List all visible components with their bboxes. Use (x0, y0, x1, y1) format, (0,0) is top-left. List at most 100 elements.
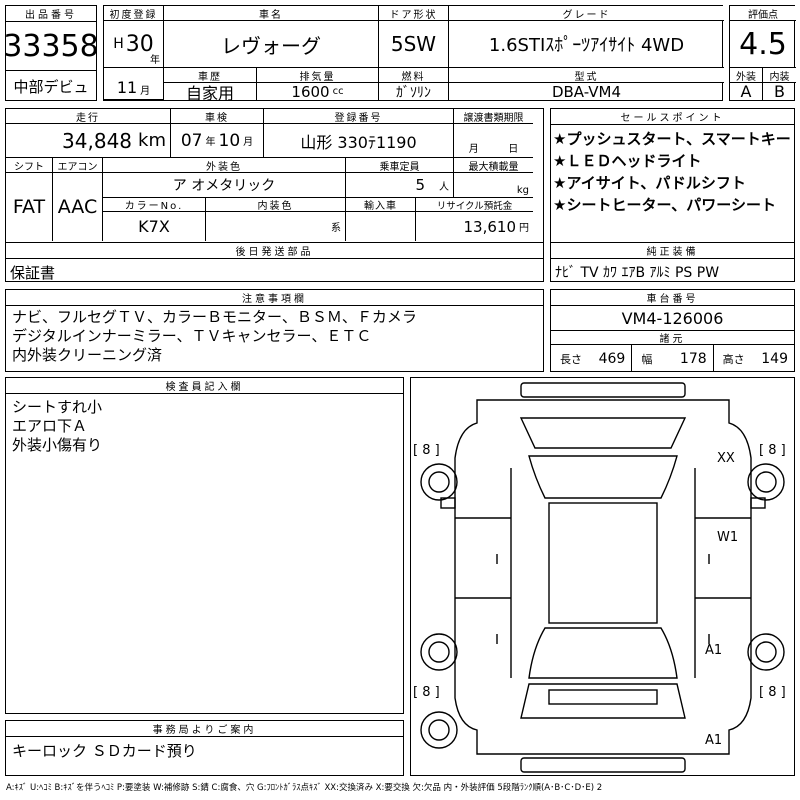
windshield (528, 455, 678, 499)
fuel: ｶﾞｿﾘﾝ (379, 83, 449, 100)
load-label: 最大積載量 (454, 158, 533, 173)
transfer-day-unit: 日 (508, 144, 519, 155)
mileage-value: 34,848 (62, 128, 133, 153)
capacity-value: 5 (415, 176, 425, 194)
inspector-label: 検査員記入欄 (6, 378, 403, 394)
grade-label: グレード (449, 6, 724, 21)
score: 4.5 (730, 21, 796, 68)
rear-plate (548, 689, 658, 705)
trunk (520, 683, 686, 719)
notes-box: 注意事項欄 ナビ、フルセグＴＶ、カラーＢモニター、ＢＳＭ、Ｆカメラ デジタルインナ… (5, 289, 544, 372)
interior-color: 系 (206, 212, 346, 241)
later-parts-value: 保証書 (10, 264, 56, 282)
rear-window (528, 627, 678, 679)
score-label: 評価点 (730, 6, 796, 21)
color-no-label: カラーNo. (103, 198, 206, 212)
import-label: 輸入車 (346, 198, 416, 212)
reg-number-label: 登録番号 (264, 109, 454, 124)
hood (519, 417, 687, 449)
mark-a1-bottom: A1 (705, 733, 722, 748)
note-line: 内外装クリーニング済 (12, 346, 163, 364)
recycle-label: リサイクル預託金 (416, 198, 533, 212)
score-box: 評価点 4.5 外装 内装 A B (729, 5, 796, 101)
interior-label: 内装 (763, 68, 796, 83)
height-value: 149 (761, 350, 788, 367)
office-label: 事務局よりご案内 (6, 721, 403, 737)
displacement-value: 1600 (291, 83, 330, 100)
chassis-number: VM4-126006 (551, 306, 794, 331)
equipment-label: 純正装備 (551, 243, 794, 259)
first-reg-label: 初度登録 (104, 6, 164, 21)
history-label: 車歴 (164, 68, 257, 83)
exterior-label: 外装 (730, 68, 763, 83)
debut-label: 中部デビュ (13, 77, 89, 96)
inspector-line: 外装小傷有り (12, 436, 103, 454)
month-unit: 月 (140, 86, 151, 97)
door-type: 5SW (379, 21, 449, 68)
shift: FAT (6, 173, 53, 241)
transfer-month-unit: 月 (468, 144, 479, 155)
displacement-label: 排気量 (257, 68, 379, 83)
mileage: 34,848 km (6, 124, 171, 158)
length-label: 長さ (560, 352, 582, 366)
car-name-label: 車名 (164, 6, 379, 21)
width-value: 178 (679, 350, 707, 367)
capacity-label: 乗車定員 (346, 158, 454, 173)
mark-w1: W1 (717, 530, 738, 545)
tire-tr-label: [ 8 ] (759, 443, 786, 458)
first-reg-month-value: 11 (116, 78, 138, 97)
sales-points-label: セールスポイント (551, 109, 794, 125)
dims-row: 長さ 469 幅 178 高さ 149 (551, 345, 794, 372)
shift-label: シフト (6, 158, 53, 173)
rear-bumper (520, 757, 686, 773)
listing-number-label: 出品番号 (6, 6, 96, 22)
chassis-label: 車台番号 (551, 290, 794, 306)
width-cell: 幅 178 (632, 345, 714, 372)
mark-a1-mid: A1 (705, 643, 722, 658)
office-box: 事務局よりご案内 キーロック ＳＤカード預り (5, 720, 404, 776)
equipment-box: 純正装備 ﾅﾋﾞ TV ｶﾜ ｴｱB ｱﾙﾐ PS PW (550, 242, 795, 282)
body-outline (454, 399, 752, 755)
office-value: キーロック ＳＤカード預り (12, 742, 197, 760)
year-unit: 年 (150, 55, 160, 66)
era: H (113, 36, 124, 52)
vehicle-header-grid: 初度登録 車名 ドア形状 グレード H 30 年 レヴォーグ 5SW 1.6ST… (103, 5, 724, 101)
sales-point-item: ★シートヒーター、パワーシート (553, 196, 776, 214)
color-label: 外装色 (103, 158, 346, 173)
tire-br-label: [ 8 ] (759, 685, 786, 700)
load-unit: kg (516, 185, 529, 196)
inspector-lines: シートすれ小 エアロ下Ａ 外装小傷有り (6, 394, 403, 459)
note-line: デジタルインナーミラー、ＴＶキャンセラー、ＥＴＣ (12, 327, 372, 345)
sales-point-item: ★プッシュスタート、スマートキー (553, 130, 791, 148)
fuel-label: 燃料 (379, 68, 449, 83)
grade: 1.6STIｽﾎﾟｰﾂｱｲｻｲﾄ 4WD (449, 21, 724, 68)
details-grid: 走行 車検 登録番号 譲渡書類期限 34,848 km 07 年 10 月 山形… (5, 108, 544, 243)
max-load: kg (454, 173, 533, 198)
mileage-unit: km (138, 130, 166, 151)
equipment-value: ﾅﾋﾞ TV ｶﾜ ｴｱB ｱﾙﾐ PS PW (555, 265, 720, 281)
inspection-year-unit: 年 (205, 137, 216, 148)
wheel-front-right (747, 463, 785, 501)
later-parts-box: 後日発送部品 保証書 (5, 242, 544, 282)
displacement-unit: cc (332, 86, 344, 97)
spare-wheel (420, 711, 458, 749)
history: 自家用 (164, 83, 257, 100)
inspection-label: 車検 (171, 109, 264, 124)
height-cell: 高さ 149 (714, 345, 794, 372)
mark-xx: XX (717, 451, 735, 466)
interior-grade: B (774, 83, 785, 100)
tire-bl-label: [ 8 ] (413, 685, 440, 700)
listing-number-box: 出品番号 33358 中部デビュ (3, 5, 99, 101)
car-diagram-box: [ 8 ] [ 8 ] [ 8 ] [ 8 ] XX W1 A1 A1 (410, 377, 795, 776)
transfer-label: 譲渡書類期限 (454, 109, 533, 124)
tire-tl-label: [ 8 ] (413, 443, 440, 458)
inspector-box: 検査員記入欄 シートすれ小 エアロ下Ａ 外装小傷有り (5, 377, 404, 714)
recycle-fee: 13,610 円 (416, 212, 533, 241)
height-label: 高さ (722, 352, 745, 366)
color-no: K7X (103, 212, 206, 241)
model-label: 型式 (449, 68, 724, 83)
first-reg-year: H 30 年 (104, 21, 164, 68)
inspector-line: シートすれ小 (12, 398, 103, 416)
notes-label: 注意事項欄 (6, 290, 543, 306)
chassis-box: 車台番号 VM4-126006 諸元 長さ 469 幅 178 高さ 149 (550, 289, 795, 372)
